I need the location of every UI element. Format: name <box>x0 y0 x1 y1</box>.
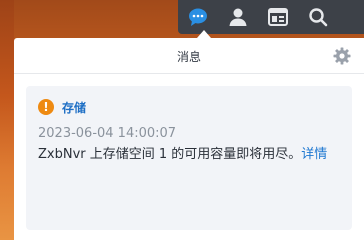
search-icon <box>309 8 328 27</box>
notification-card[interactable]: ! 存储 2023-06-04 14:00:07 ZxbNvr 上存储空间 1 … <box>26 86 352 230</box>
gear-icon <box>333 47 351 65</box>
search-button[interactable] <box>298 0 338 34</box>
notification-category: 存储 <box>62 100 87 115</box>
user-icon <box>229 8 247 26</box>
notification-timestamp: 2023-06-04 14:00:07 <box>38 126 177 141</box>
notification-message-block: ZxbNvr 上存储空间 1 的可用容量即将用尽。详情 <box>38 145 338 165</box>
widgets-button[interactable] <box>258 0 298 34</box>
settings-button[interactable] <box>332 46 352 66</box>
taskbar-tray <box>178 0 364 34</box>
details-link[interactable]: 详情 <box>301 147 327 162</box>
notification-panel: 消息 ! 存储 2023-06-04 14:00:07 ZxbNvr 上存储空间… <box>14 38 364 240</box>
warning-icon: ! <box>38 99 54 115</box>
desktop-wallpaper <box>0 0 14 240</box>
widgets-icon <box>268 8 288 26</box>
notification-header: ! 存储 <box>38 98 340 116</box>
notifications-button[interactable] <box>178 0 218 34</box>
user-button[interactable] <box>218 0 258 34</box>
panel-header: 消息 <box>14 38 364 74</box>
notification-message: ZxbNvr 上存储空间 1 的可用容量即将用尽。 <box>38 147 302 162</box>
panel-title: 消息 <box>176 50 201 64</box>
chat-bubble-icon <box>189 8 207 26</box>
panel-pointer <box>197 30 211 38</box>
